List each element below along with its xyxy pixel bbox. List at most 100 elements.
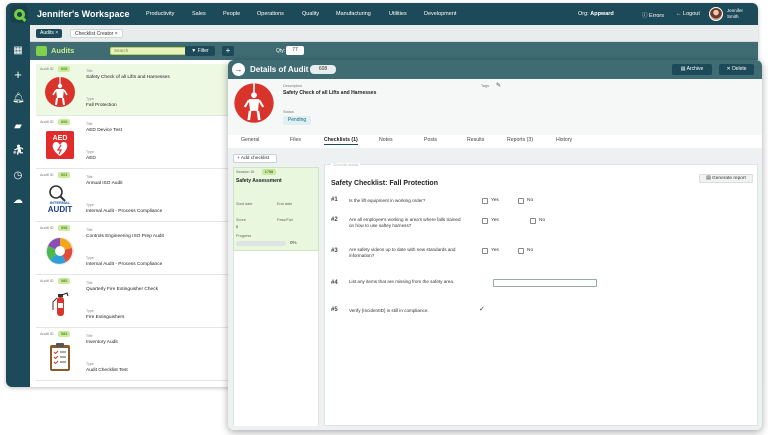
nav-people[interactable]: People: [223, 11, 240, 17]
tab-general[interactable]: General: [241, 137, 259, 143]
tab-checklists[interactable]: Checklists (1): [324, 137, 358, 145]
nav-quality[interactable]: Quality: [302, 11, 319, 17]
appward-logo[interactable]: [10, 5, 28, 23]
org-indicator[interactable]: Org: Appward: [578, 11, 614, 17]
audit-type: AED: [86, 156, 96, 161]
workspace-tabs: Audits × Checklist Creator ×: [30, 25, 758, 42]
details-summary: Description Safety Check of all Lifts an…: [228, 79, 762, 135]
org-label: Org:: [578, 11, 589, 17]
nav-development[interactable]: Development: [424, 11, 456, 17]
checkmark-icon[interactable]: ✓: [479, 306, 487, 314]
nav-productivity[interactable]: Productivity: [146, 11, 174, 17]
nav-utilities[interactable]: Utilities: [389, 11, 407, 17]
back-arrow-icon[interactable]: →: [232, 63, 245, 76]
audit-id-badge: 608: [58, 66, 71, 72]
audit-type: Internal Audit - Process Compliance: [86, 262, 163, 267]
missing-items-input[interactable]: [493, 279, 597, 287]
checklist-title: Safety Checklist: Fall Protection: [331, 180, 438, 187]
audit-title: Quarterly Fire Extinguisher Check: [86, 287, 158, 292]
generate-report-label: Generate report: [712, 176, 746, 181]
audit-type: Fall Protection: [86, 103, 117, 108]
nav-operations[interactable]: Operations: [257, 11, 284, 17]
iso-wheel-thumbnail: [46, 237, 74, 265]
audits-toolbar: Audits Search ▼ Filter + Qty: 77: [30, 42, 758, 60]
plus-icon[interactable]: +: [12, 68, 24, 81]
clipboard-thumbnail: [50, 343, 70, 371]
yes-checkbox[interactable]: [482, 248, 488, 254]
add-checklist-button[interactable]: + Add checklist: [233, 154, 277, 163]
audit-id-label: Audit ID: [40, 279, 54, 283]
tab-reports[interactable]: Reports (3): [507, 137, 533, 143]
audit-thumb-text: AUDIT: [48, 205, 73, 214]
nav-manufacturing[interactable]: Manufacturing: [336, 11, 371, 17]
title-label: Title: [86, 175, 93, 179]
no-checkbox[interactable]: [530, 218, 536, 224]
audit-id-badge: 606: [58, 119, 71, 125]
start-date-label: Start date: [236, 202, 253, 206]
tab-results[interactable]: Results: [467, 137, 484, 143]
user-name[interactable]: Jennifer Smith: [727, 8, 743, 20]
no-checkbox[interactable]: [518, 248, 524, 254]
audit-title: Annual ISO Audit: [86, 181, 123, 186]
add-checklist-label: Add checklist: [240, 156, 270, 161]
type-label: Type: [86, 309, 94, 313]
add-audit-button[interactable]: +: [222, 46, 234, 56]
session-card[interactable]: Session ID 1756 Safety Assessment Start …: [233, 167, 319, 251]
pencil-icon[interactable]: ✎: [496, 82, 501, 89]
delete-button[interactable]: ✕ Delete: [719, 64, 754, 75]
generate-report-button[interactable]: ▤ Generate report: [699, 174, 753, 183]
tab-audits[interactable]: Audits ×: [36, 29, 63, 38]
list-item[interactable]: Audit ID 584 Title Inventory Audit Type …: [36, 329, 232, 381]
details-tabs: General Files Checklists (1) Notes Posts…: [228, 135, 762, 147]
no-checkbox[interactable]: [518, 198, 524, 204]
close-icon[interactable]: ×: [55, 30, 58, 36]
question-number: #4: [331, 280, 338, 286]
list-item[interactable]: Audit ID 604 INTERNAL AUDIT Title Annual…: [36, 170, 232, 222]
score-label: Score: [236, 218, 246, 222]
avatar[interactable]: [709, 7, 723, 21]
top-bar: Jennifer's Workspace Productivity Sales …: [6, 3, 758, 25]
tab-checklist-creator[interactable]: Checklist Creator ×: [70, 29, 123, 38]
filter-button[interactable]: ▼ Filter: [185, 46, 215, 56]
list-item[interactable]: Audit ID 585 Title Quarterly Fire Exting…: [36, 276, 232, 328]
tab-history[interactable]: History: [556, 137, 572, 143]
errors-button[interactable]: ⓘ Errors: [642, 11, 664, 19]
close-icon: ✕: [726, 66, 731, 72]
archive-label: Archive: [686, 66, 704, 72]
yes-checkbox[interactable]: [482, 198, 488, 204]
end-date-label: End date: [277, 202, 293, 206]
checklist-panel: Checklist details Safety Checklist: Fall…: [324, 163, 758, 426]
checklists-content: + Add checklist Session ID 1756 Safety A…: [228, 148, 762, 430]
audit-id-label: Audit ID: [40, 67, 54, 71]
cloud-upload-icon[interactable]: ☁︎: [12, 195, 24, 207]
logout-button[interactable]: ← Logout: [676, 11, 700, 17]
audits-title: Audits: [51, 46, 75, 55]
question-number: #5: [331, 307, 338, 313]
fire-extinguisher-thumbnail: [52, 292, 69, 316]
aed-thumbnail: AED: [46, 131, 74, 159]
audit-id-badge: 585: [58, 278, 71, 284]
running-person-icon[interactable]: ⛹︎: [12, 145, 25, 157]
yes-label: Yes: [491, 218, 499, 223]
tab-notes[interactable]: Notes: [379, 137, 393, 143]
fall-protection-thumbnail: [234, 83, 274, 123]
list-item[interactable]: Audit ID 608 Title Safety Check of all L…: [36, 64, 232, 116]
audit-list: Audit ID 608 Title Safety Check of all L…: [36, 64, 232, 384]
yes-checkbox[interactable]: [482, 218, 488, 224]
tab-posts[interactable]: Posts: [424, 137, 437, 143]
clock-icon[interactable]: ◷: [12, 170, 24, 182]
archive-button[interactable]: ▤ Archive: [672, 64, 712, 75]
nav-sales[interactable]: Sales: [192, 11, 206, 17]
chat-icon[interactable]: ▰: [12, 121, 24, 133]
close-icon[interactable]: ×: [115, 31, 118, 37]
user-last-name: Smith: [727, 14, 739, 19]
list-item[interactable]: Audit ID 598 Title Controls Engineering …: [36, 223, 232, 275]
session-name: Safety Assessment: [236, 178, 282, 184]
bell-icon[interactable]: 🔔︎: [12, 93, 25, 105]
tab-files[interactable]: Files: [290, 137, 301, 143]
logout-arrow-icon: ←: [676, 11, 682, 17]
grid-apps-icon[interactable]: ▦: [12, 45, 24, 57]
question-text: List any items that are missing from the…: [349, 279, 455, 284]
list-item[interactable]: Audit ID 606 AED Title AED Device Test T…: [36, 117, 232, 169]
title-label: Title: [86, 69, 93, 73]
